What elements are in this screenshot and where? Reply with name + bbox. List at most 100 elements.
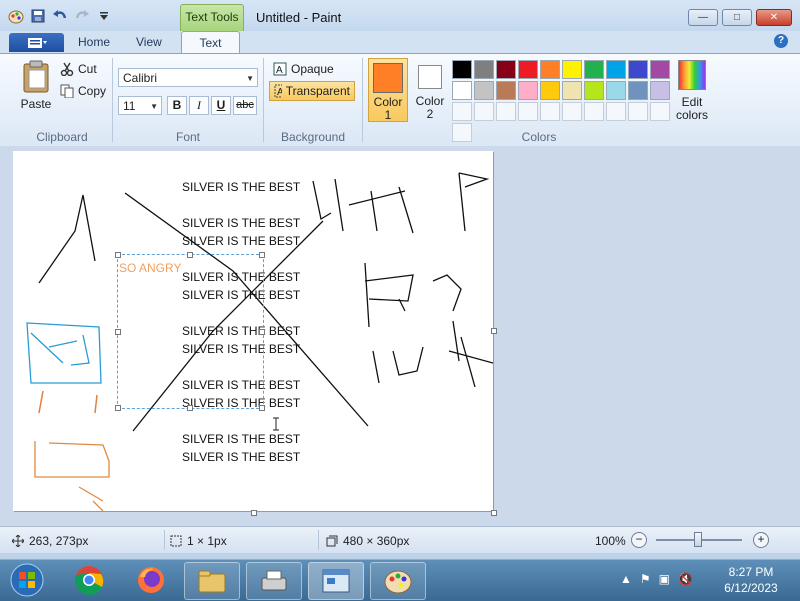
custom-color-slot[interactable] <box>496 102 516 121</box>
palette-swatch[interactable] <box>606 60 626 79</box>
transparent-label: Transparent <box>285 84 350 98</box>
palette-swatch[interactable] <box>562 60 582 79</box>
start-button[interactable] <box>0 562 54 598</box>
drawing-canvas[interactable]: SILVER IS THE BEST SILVER IS THE BEST SI… <box>13 151 493 511</box>
palette-swatch[interactable] <box>562 81 582 100</box>
palette-swatch[interactable] <box>540 81 560 100</box>
taskbar-paint-window[interactable] <box>308 562 364 600</box>
palette-swatch[interactable] <box>584 60 604 79</box>
color1-selector[interactable]: Color 1 <box>368 58 408 122</box>
tab-home[interactable]: Home <box>78 35 110 49</box>
palette-swatch[interactable] <box>474 60 494 79</box>
custom-color-slot[interactable] <box>474 102 494 121</box>
network-icon[interactable]: ▣ <box>659 572 670 586</box>
help-icon[interactable]: ? <box>774 34 788 48</box>
palette-swatch[interactable] <box>606 81 626 100</box>
custom-color-slot[interactable] <box>562 102 582 121</box>
bold-button[interactable]: B <box>167 96 187 115</box>
color1-swatch <box>373 63 403 93</box>
resize-handle[interactable] <box>259 252 265 258</box>
taskbar-chrome[interactable] <box>62 562 116 598</box>
undo-icon[interactable] <box>52 8 68 24</box>
custom-color-slot[interactable] <box>540 102 560 121</box>
zoom-out-button[interactable]: − <box>631 532 647 548</box>
opaque-label: Opaque <box>291 62 334 76</box>
palette-swatch[interactable] <box>650 60 670 79</box>
strikethrough-button[interactable]: abc <box>233 96 257 115</box>
text-selection-box[interactable] <box>115 252 265 411</box>
taskbar-paint[interactable] <box>370 562 426 600</box>
resize-handle[interactable] <box>259 329 265 335</box>
canvas-resize-handle-bottom[interactable] <box>251 510 257 516</box>
font-size-select[interactable]: 11 ▼ <box>118 96 162 115</box>
resize-handle[interactable] <box>187 252 193 258</box>
taskbar-scanner[interactable] <box>246 562 302 600</box>
save-icon[interactable] <box>30 8 46 24</box>
tab-view[interactable]: View <box>136 35 162 49</box>
palette-swatch[interactable] <box>628 60 648 79</box>
palette-swatch[interactable] <box>650 81 670 100</box>
close-button[interactable]: ✕ <box>756 9 792 26</box>
scanner-icon <box>261 570 287 591</box>
font-family-select[interactable]: Calibri ▼ <box>118 68 258 87</box>
paste-button[interactable]: Paste <box>18 60 54 111</box>
palette-swatch[interactable] <box>452 81 472 100</box>
custom-color-slot[interactable] <box>628 102 648 121</box>
custom-color-slot[interactable] <box>518 102 538 121</box>
flag-icon[interactable]: ⚑ <box>640 572 651 586</box>
copy-button[interactable]: Copy <box>60 84 106 98</box>
palette-swatch[interactable] <box>584 81 604 100</box>
maximize-button[interactable]: □ <box>722 9 752 26</box>
zoom-in-button[interactable]: + <box>753 532 769 548</box>
paint-palette-icon <box>384 570 412 594</box>
cut-button[interactable]: Cut <box>60 62 97 76</box>
ribbon-separator <box>112 58 113 142</box>
palette-swatch[interactable] <box>452 60 472 79</box>
paint-app-icon[interactable] <box>8 8 24 24</box>
canvas-resize-handle-right[interactable] <box>491 328 497 334</box>
custom-color-slot[interactable] <box>606 102 626 121</box>
resize-handle[interactable] <box>187 405 193 411</box>
canvas-resize-handle-corner[interactable] <box>491 510 497 516</box>
title-bar: Text Tools Untitled - Paint — □ ✕ <box>0 0 800 32</box>
window-controls: — □ ✕ <box>688 9 792 26</box>
text-cursor-icon <box>273 417 279 431</box>
opaque-option[interactable]: A Opaque <box>269 59 338 79</box>
folder-icon <box>198 570 226 593</box>
clock[interactable]: 8:27 PM 6/12/2023 <box>716 564 786 596</box>
italic-button[interactable]: I <box>189 96 209 115</box>
tab-text[interactable]: Text <box>181 31 240 55</box>
color2-selector[interactable]: Color 2 <box>412 58 448 122</box>
custom-color-slot[interactable] <box>650 102 670 121</box>
volume-icon[interactable]: 🔇 <box>678 572 693 586</box>
palette-swatch[interactable] <box>496 60 516 79</box>
minimize-button[interactable]: — <box>688 9 718 26</box>
custom-color-slot[interactable] <box>452 102 472 121</box>
show-hidden-icons-icon[interactable]: ▲ <box>620 572 632 586</box>
selection-size: 1 × 1px <box>170 534 227 548</box>
customize-toolbar-icon[interactable] <box>96 8 112 24</box>
zoom-slider-thumb[interactable] <box>694 532 702 547</box>
file-menu-button[interactable] <box>9 33 64 52</box>
palette-swatch[interactable] <box>628 81 648 100</box>
palette-swatch[interactable] <box>540 60 560 79</box>
custom-color-slot[interactable] <box>452 123 472 142</box>
taskbar-explorer[interactable] <box>184 562 240 600</box>
edit-colors-button[interactable]: Edit colors <box>674 60 710 122</box>
resize-handle[interactable] <box>259 405 265 411</box>
palette-swatch[interactable] <box>518 60 538 79</box>
status-bar: 263, 273px 1 × 1px 480 × 360px 100% − + <box>0 526 800 553</box>
resize-handle[interactable] <box>115 405 121 411</box>
image-size-icon <box>326 535 338 547</box>
palette-swatch[interactable] <box>474 81 494 100</box>
palette-swatch[interactable] <box>496 81 516 100</box>
font-size-value: 11 <box>123 99 136 113</box>
resize-handle[interactable] <box>115 329 121 335</box>
underline-button[interactable]: U <box>211 96 231 115</box>
resize-handle[interactable] <box>115 252 121 258</box>
taskbar-firefox[interactable] <box>124 562 178 598</box>
palette-swatch[interactable] <box>518 81 538 100</box>
custom-color-slot[interactable] <box>584 102 604 121</box>
redo-icon[interactable] <box>74 8 90 24</box>
transparent-option[interactable]: A Transparent <box>269 81 355 101</box>
